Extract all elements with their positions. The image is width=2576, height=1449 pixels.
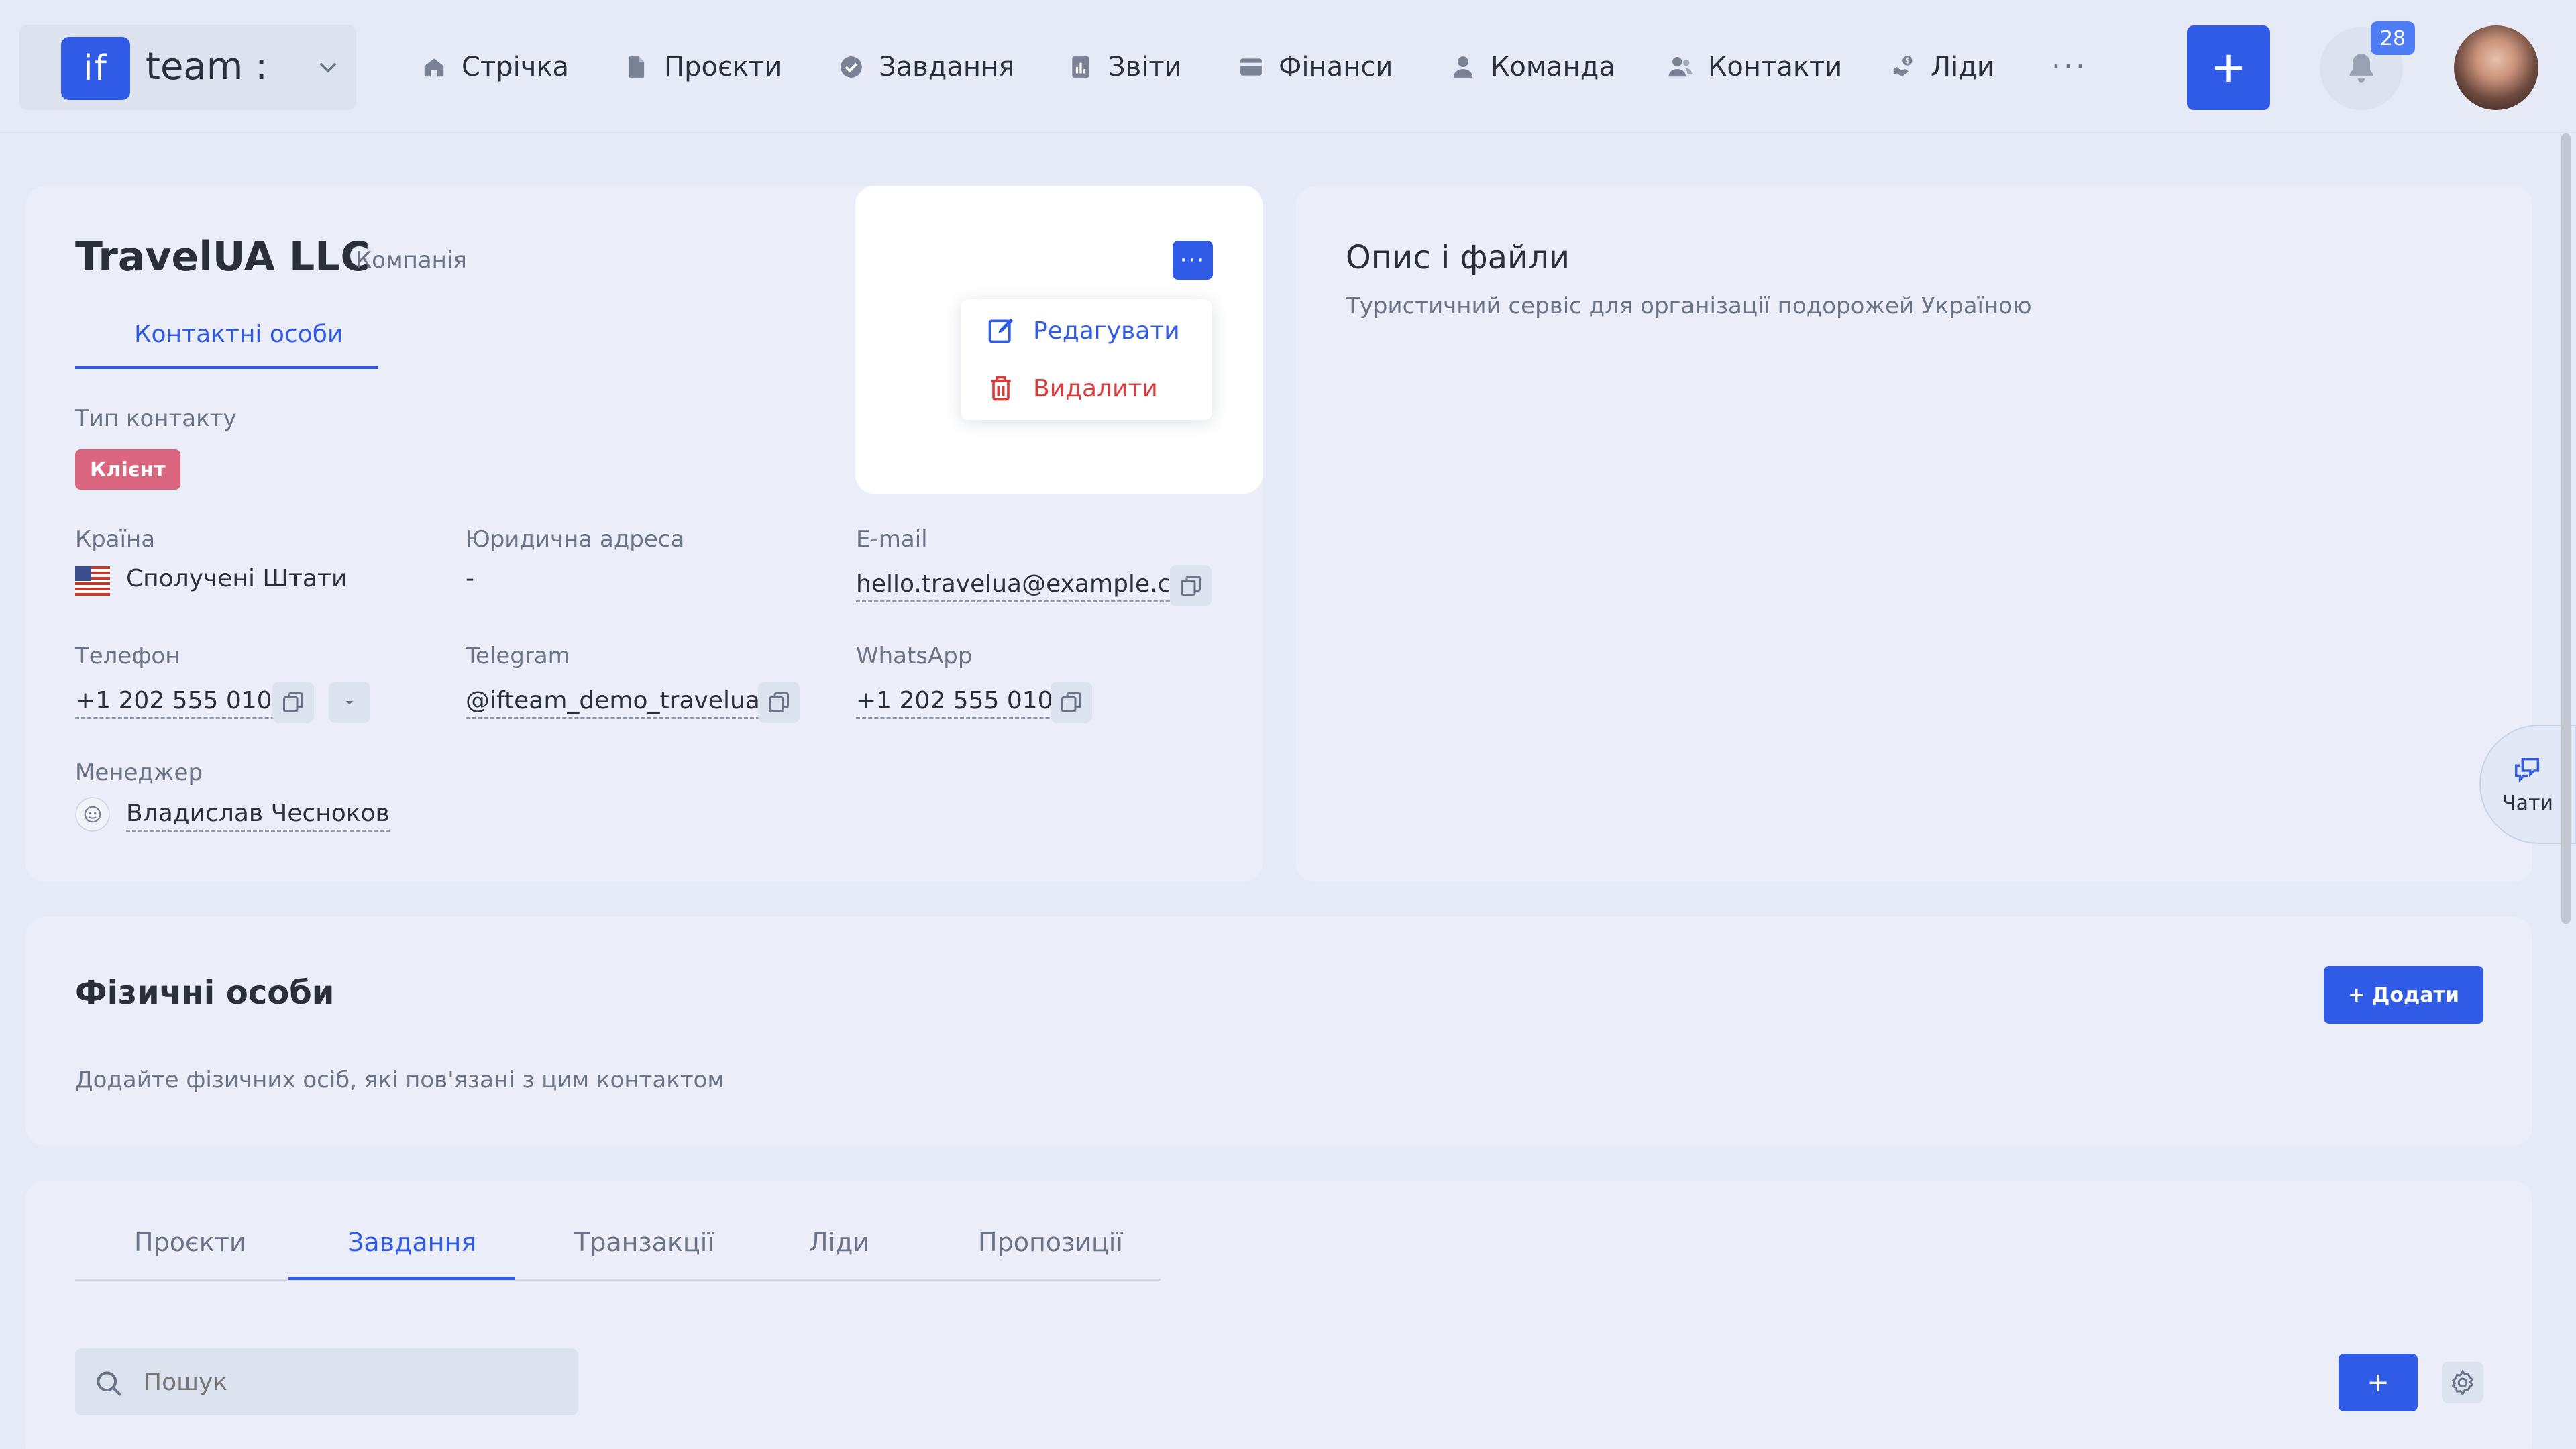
copy-icon	[1181, 576, 1201, 596]
actions-menu: Редагувати Видалити	[961, 299, 1212, 420]
nav-item-tasks[interactable]: Завдання	[839, 47, 1014, 87]
copy-telegram-button[interactable]	[758, 682, 800, 723]
chat-icon	[2515, 757, 2540, 782]
nav-label: Контакти	[1708, 52, 1843, 83]
page-scrollbar[interactable]	[2561, 133, 2571, 924]
document-icon	[629, 56, 645, 78]
app-logo: if	[61, 37, 130, 100]
individuals-hint: Додайте фізичних осіб, які пов'язані з ц…	[75, 1067, 724, 1093]
add-individual-button[interactable]: + Додати	[2324, 966, 2483, 1024]
country-label: Країна	[75, 526, 156, 553]
company-name: TravelUA LLC	[75, 233, 370, 280]
nav-item-feed[interactable]: Стрічка	[421, 47, 569, 87]
telegram-label: Telegram	[466, 643, 570, 669]
manager-label: Менеджер	[75, 759, 203, 786]
chevron-down-icon	[315, 54, 341, 81]
nav-item-contacts[interactable]: Контакти	[1668, 47, 1842, 87]
home-icon	[424, 58, 444, 77]
nav-label: Звіти	[1108, 52, 1182, 83]
search-icon	[97, 1371, 121, 1396]
description-text[interactable]: Туристичний сервіс для організації подор…	[1346, 292, 2032, 319]
individuals-card	[25, 917, 2532, 1146]
tab-label: Контактні особи	[134, 321, 343, 348]
tabs-divider	[75, 1279, 1161, 1281]
caret-down-icon	[345, 700, 354, 705]
copy-icon	[283, 692, 303, 712]
copy-icon	[769, 692, 789, 712]
client-badge: Клієнт	[75, 449, 180, 490]
nav-label: Команда	[1491, 52, 1615, 83]
menu-item-delete[interactable]: Видалити	[961, 360, 1212, 417]
nav-item-leads[interactable]: $ Ліди	[1890, 47, 1994, 87]
active-tab-indicator	[288, 1277, 515, 1280]
trash-icon	[991, 376, 1011, 401]
phone-dropdown-button[interactable]	[329, 682, 370, 723]
more-actions-button[interactable]: ···	[1173, 241, 1213, 280]
telegram-value[interactable]: @ifteam_demo_travelua	[466, 687, 760, 719]
search-field[interactable]	[75, 1348, 578, 1415]
copy-phone-button[interactable]	[272, 682, 314, 723]
manager-value[interactable]: Владислав Чесноков	[126, 800, 390, 832]
copy-email-button[interactable]	[1170, 565, 1212, 606]
whatsapp-value[interactable]: +1 202 555 0103	[856, 687, 1069, 719]
gear-icon	[2451, 1369, 2474, 1396]
bell-icon	[2349, 54, 2373, 83]
nav-item-finance[interactable]: Фінанси	[1238, 47, 1393, 87]
menu-item-label: Видалити	[1033, 374, 1158, 402]
leads-icon: $	[1893, 56, 1913, 77]
copy-icon	[1061, 692, 1081, 712]
menu-item-edit[interactable]: Редагувати	[961, 302, 1212, 360]
email-label: E-mail	[856, 526, 928, 553]
nav-label: Стрічка	[462, 52, 570, 83]
contacts-icon	[1668, 56, 1693, 77]
entity-type-label: Компанія	[356, 247, 467, 274]
top-bar: if team : Стрічка Проєкти Завдання Звіти…	[0, 0, 2576, 133]
add-task-button[interactable]: +	[2339, 1354, 2418, 1411]
menu-item-label: Редагувати	[1033, 317, 1180, 345]
create-button[interactable]: +	[2187, 25, 2270, 110]
nav-label: Завдання	[879, 52, 1015, 83]
us-flag-icon	[75, 564, 110, 598]
notifications-count-badge: 28	[2371, 21, 2415, 55]
nav-label: Фінанси	[1279, 52, 1393, 83]
tab-contact-persons[interactable]: Контактні особи	[75, 315, 378, 369]
tab-leads[interactable]: Ліди	[809, 1228, 869, 1257]
phone-value[interactable]: +1 202 555 0103	[75, 687, 288, 719]
person-icon	[1453, 56, 1473, 78]
chats-label: Чати	[2502, 791, 2553, 815]
table-settings-button[interactable]	[2442, 1362, 2483, 1403]
nav-item-projects[interactable]: Проєкти	[624, 47, 782, 87]
nav-item-reports[interactable]: Звіти	[1068, 47, 1182, 87]
report-icon	[1072, 56, 1089, 78]
description-title: Опис і файли	[1346, 239, 1570, 276]
country-value: Сполучені Штати	[126, 565, 347, 592]
svg-text:$: $	[1905, 56, 1910, 65]
tab-tasks[interactable]: Завдання	[347, 1228, 476, 1257]
phone-label: Телефон	[75, 643, 180, 669]
manager-avatar	[75, 797, 110, 832]
nav-label: Проєкти	[664, 52, 782, 83]
edit-icon	[988, 318, 1014, 343]
individuals-title: Фізичні особи	[75, 974, 335, 1012]
contact-type-label: Тип контакту	[75, 405, 237, 432]
legal-address-value: -	[466, 565, 474, 592]
tab-projects[interactable]: Проєкти	[134, 1228, 246, 1257]
search-input[interactable]	[144, 1360, 559, 1403]
email-value[interactable]: hello.travelua@example.c...	[856, 570, 1194, 602]
wallet-icon	[1240, 58, 1262, 76]
workspace-name: team :	[146, 45, 268, 89]
whatsapp-label: WhatsApp	[856, 643, 973, 669]
user-avatar[interactable]	[2454, 25, 2538, 110]
more-nav-button[interactable]: ···	[2051, 50, 2088, 84]
tab-proposals[interactable]: Пропозиції	[978, 1228, 1123, 1257]
nav-label: Ліди	[1931, 52, 1994, 83]
tab-transactions[interactable]: Транзакції	[574, 1228, 714, 1257]
legal-address-label: Юридична адреса	[466, 526, 685, 553]
avatar-placeholder-icon	[84, 806, 101, 823]
workspace-switcher[interactable]: if team :	[19, 25, 356, 110]
description-card	[1296, 186, 2532, 882]
nav-item-team[interactable]: Команда	[1450, 47, 1615, 87]
check-circle-icon	[841, 56, 862, 78]
copy-whatsapp-button[interactable]	[1051, 682, 1092, 723]
